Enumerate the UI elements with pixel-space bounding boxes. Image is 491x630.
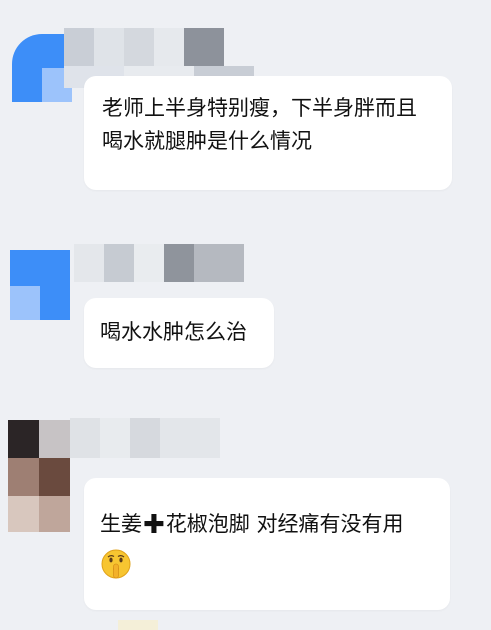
message-bubble[interactable]: 生姜✚花椒泡脚 对经痛有没有用 [84,478,450,610]
message-text-line: 喝水就腿肿是什么情况 [102,129,312,153]
message-text: 花椒泡脚 对经痛有没有用 [165,512,404,536]
sender-name-blurred [74,244,244,282]
message-text-line: 喝水水肿怎么治 [100,320,247,344]
shushing-face-emoji-icon [101,549,131,579]
message-text-line: 生姜✚花椒泡脚 对经痛有没有用 [100,508,450,542]
sender-name-blurred [64,28,224,66]
message-bubble[interactable]: 老师上半身特别瘦，下半身胖而且 喝水就腿肿是什么情况 [84,76,452,190]
message-text: 生姜 [100,512,142,536]
sender-avatar[interactable] [10,250,70,320]
sender-avatar[interactable] [12,34,72,102]
plus-icon: ✚ [143,510,165,540]
sender-avatar[interactable] [8,420,70,532]
sender-name-blurred [70,418,220,458]
partial-next-avatar [118,620,158,630]
message-text-line: 老师上半身特别瘦，下半身胖而且 [102,96,417,120]
message-bubble[interactable]: 喝水水肿怎么治 [84,298,274,368]
